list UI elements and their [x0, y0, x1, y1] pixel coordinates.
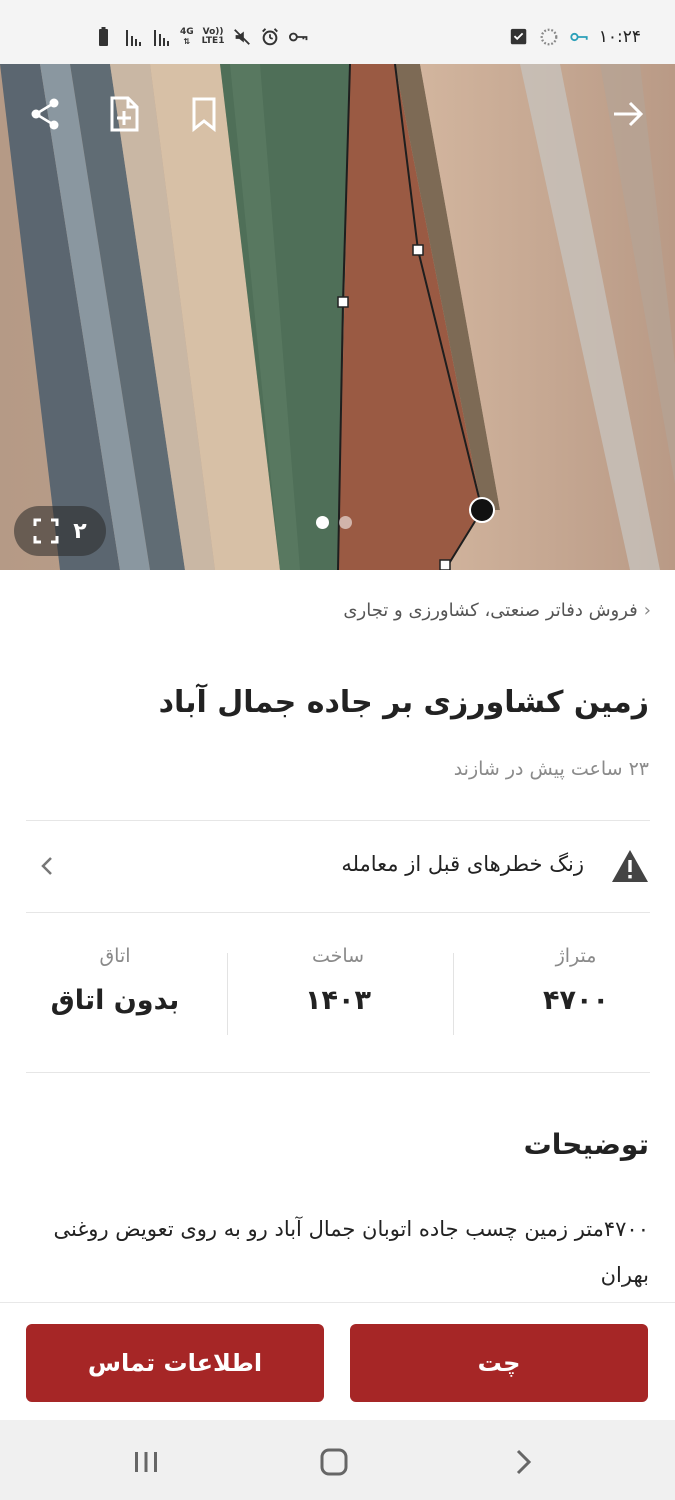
- signal-icon: [126, 30, 141, 46]
- network-4g-label: 4G: [180, 27, 194, 37]
- stat-year-built: ساخت ۱۴۰۳: [238, 945, 438, 1016]
- breadcrumb-chevron-icon: ‹: [643, 600, 651, 621]
- back-icon[interactable]: [503, 1442, 543, 1482]
- safety-warning-row[interactable]: زنگ خطرهای قبل از معامله: [26, 822, 650, 912]
- status-bar: 4G ⇅ Vo)) LTE1 ۱۰:۲۴: [0, 0, 675, 64]
- sync-icon: [540, 28, 558, 46]
- stat-year-built-label: ساخت: [311, 945, 365, 967]
- description-heading: توضیحات: [523, 1128, 649, 1161]
- gallery-dot-2[interactable]: [339, 516, 352, 529]
- chevron-left-icon: [41, 857, 52, 875]
- safety-warning-label: زنگ خطرهای قبل از معامله: [341, 852, 584, 876]
- chat-button[interactable]: چت: [350, 1324, 648, 1402]
- satellite-photo: [0, 64, 675, 570]
- stat-area-label: متراژ: [555, 945, 597, 967]
- status-bar-left: 4G ⇅ Vo)) LTE1: [96, 26, 308, 48]
- divider: [26, 1072, 650, 1073]
- property-stats: متراژ ۴۷۰۰ ساخت ۱۴۰۳ اتاق بدون اتاق: [26, 945, 650, 1045]
- system-navigation-bar: [0, 1420, 675, 1500]
- share-icon[interactable]: [26, 94, 66, 134]
- posted-time-location: ۲۳ ساعت پیش در شازند: [453, 758, 649, 780]
- stat-area-value: ۴۷۰۰: [543, 985, 609, 1016]
- recent-apps-icon[interactable]: [126, 1442, 166, 1482]
- divider: [26, 820, 650, 821]
- warning-icon: [612, 850, 648, 882]
- fullscreen-icon: [33, 518, 59, 544]
- gallery-dot-1[interactable]: [316, 516, 329, 529]
- key-icon: [570, 32, 588, 42]
- checkbox-notification-icon: [510, 28, 527, 45]
- gallery-fullscreen-button[interactable]: ۲: [14, 506, 106, 556]
- alarm-icon: [262, 28, 279, 46]
- stat-area: متراژ ۴۷۰۰: [476, 945, 675, 1016]
- clock-label: ۱۰:۲۴: [598, 27, 641, 47]
- back-arrow-icon[interactable]: [608, 94, 648, 134]
- stat-separator: [227, 953, 228, 1035]
- stat-year-built-value: ۱۴۰۳: [305, 985, 371, 1016]
- vpn-key-icon: [289, 32, 308, 42]
- listing-image-gallery[interactable]: ۲: [0, 64, 675, 570]
- page-title: زمین کشاورزی بر جاده جمال آباد: [158, 685, 649, 720]
- stat-rooms-value: بدون اتاق: [50, 985, 180, 1016]
- add-note-icon[interactable]: [104, 94, 144, 134]
- stat-rooms: اتاق بدون اتاق: [15, 945, 215, 1016]
- stat-rooms-label: اتاق: [99, 945, 131, 967]
- home-icon[interactable]: [314, 1442, 354, 1482]
- bookmark-icon[interactable]: [184, 94, 224, 134]
- contact-info-button[interactable]: اطلاعات تماس: [26, 1324, 324, 1402]
- breadcrumb-category[interactable]: فروش دفاتر صنعتی، کشاورزی و تجاری: [343, 600, 637, 621]
- battery-icon: [99, 27, 108, 46]
- mute-icon: [234, 29, 251, 45]
- signal-icon: [154, 30, 169, 46]
- volte-label: Vo)) LTE1: [202, 28, 225, 46]
- breadcrumb[interactable]: ‹ فروش دفاتر صنعتی، کشاورزی و تجاری: [343, 600, 651, 621]
- status-bar-right: ۱۰:۲۴: [509, 26, 641, 48]
- gallery-pagination: [316, 516, 352, 529]
- description-fade: [0, 1284, 675, 1302]
- lte-text: LTE1: [201, 36, 225, 46]
- network-type-label: 4G ⇅: [180, 27, 194, 47]
- gallery-count: ۲: [73, 518, 87, 544]
- stat-separator: [453, 953, 454, 1035]
- divider: [26, 912, 650, 913]
- action-bar: اطلاعات تماس چت: [0, 1302, 675, 1420]
